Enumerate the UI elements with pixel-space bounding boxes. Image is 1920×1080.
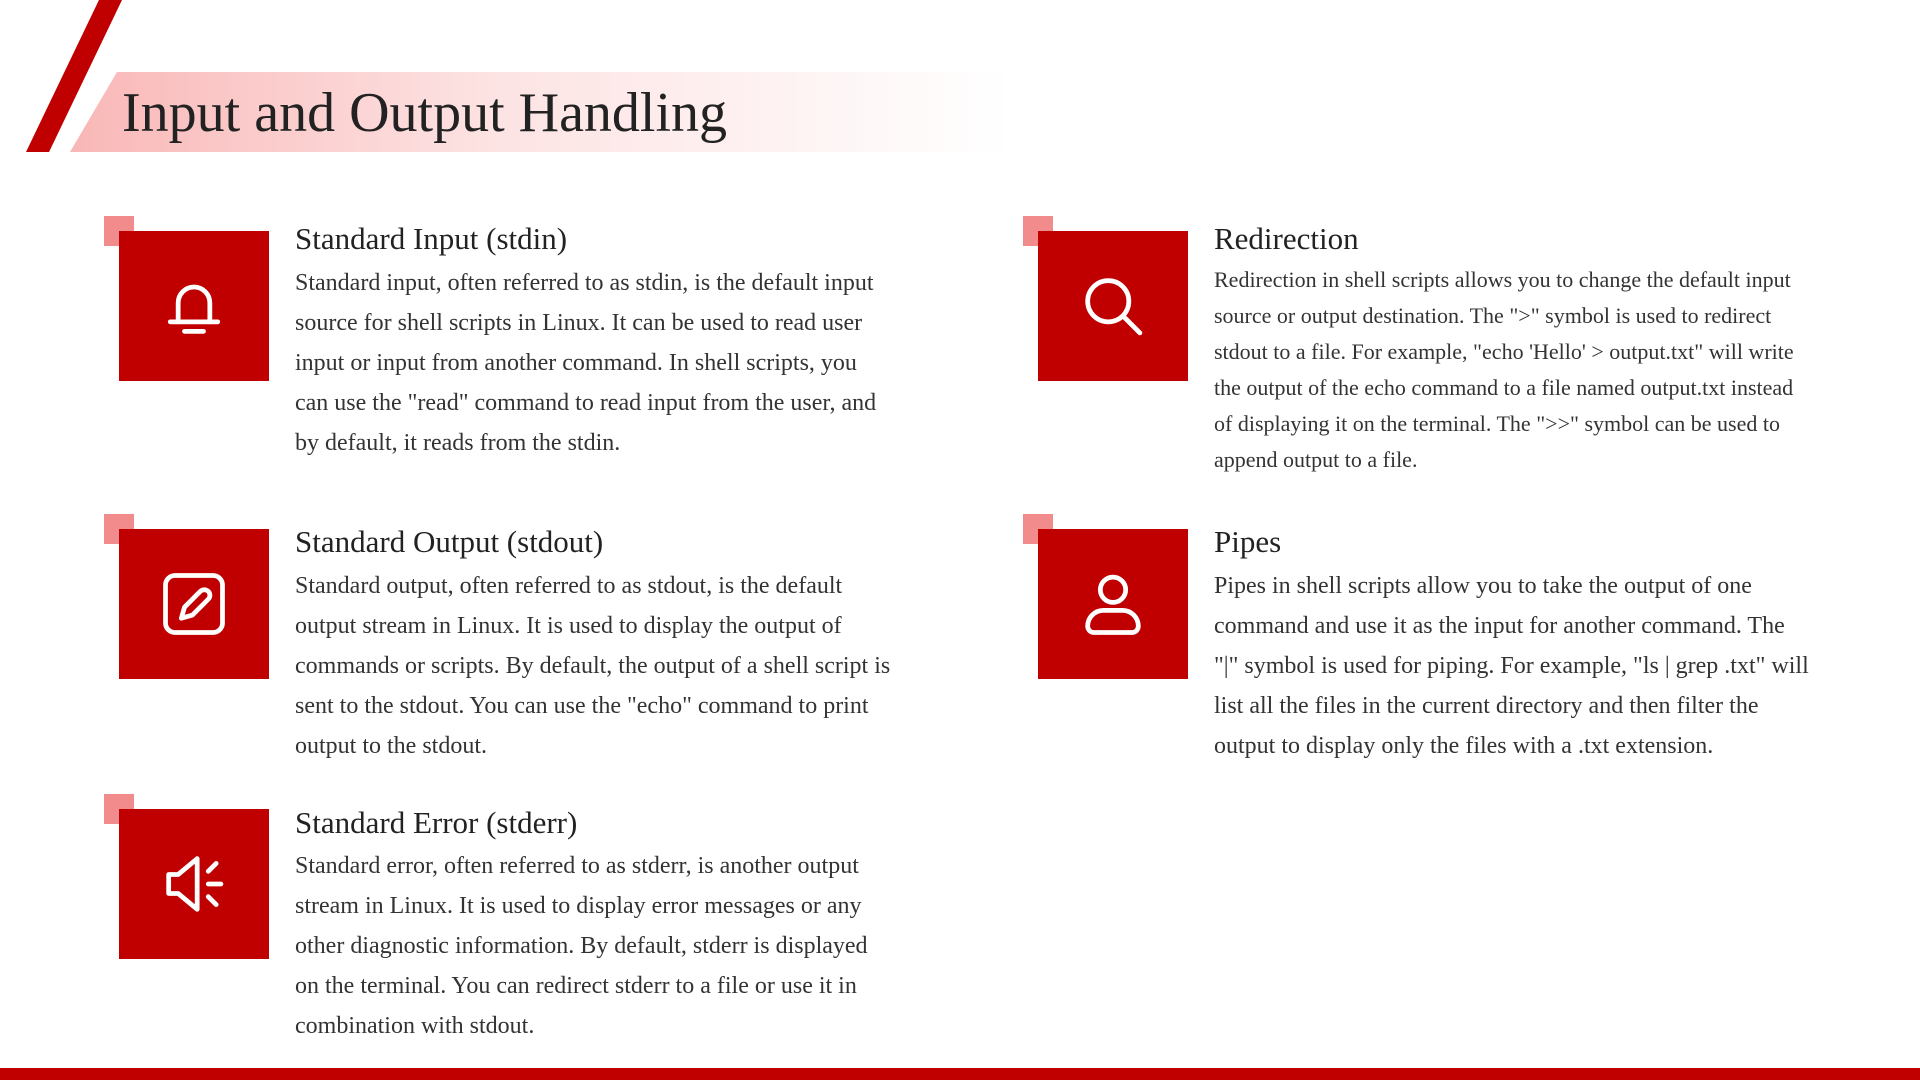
- bell-icon: [167, 284, 221, 334]
- icon-box: [1038, 529, 1188, 679]
- user-icon: [1085, 574, 1141, 635]
- item-text: Redirection in shell scripts allows you …: [1214, 267, 1794, 472]
- slide-title: Input and Output Handling: [122, 82, 728, 144]
- icon-box: [119, 231, 269, 381]
- bottom-bar: [0, 1068, 1920, 1080]
- icon-box: [119, 809, 269, 959]
- item-text: Standard error, often referred to as std…: [295, 853, 868, 1039]
- speaker-icon: [166, 856, 224, 912]
- item-text: Standard output, often referred to as st…: [295, 573, 891, 759]
- item-title: Standard Input (stdin): [295, 221, 568, 256]
- item-title: Redirection: [1214, 221, 1359, 256]
- edit-icon: [163, 573, 225, 635]
- icon-box: [119, 529, 269, 679]
- item-text: Pipes in shell scripts allow you to take…: [1214, 573, 1809, 759]
- search-icon: [1085, 278, 1143, 336]
- item-title: Standard Error (stderr): [295, 805, 578, 840]
- icon-box: [1038, 231, 1188, 381]
- item-title: Pipes: [1214, 524, 1282, 559]
- item-text: Standard input, often referred to as std…: [295, 270, 877, 456]
- item-title: Standard Output (stdout): [295, 524, 604, 559]
